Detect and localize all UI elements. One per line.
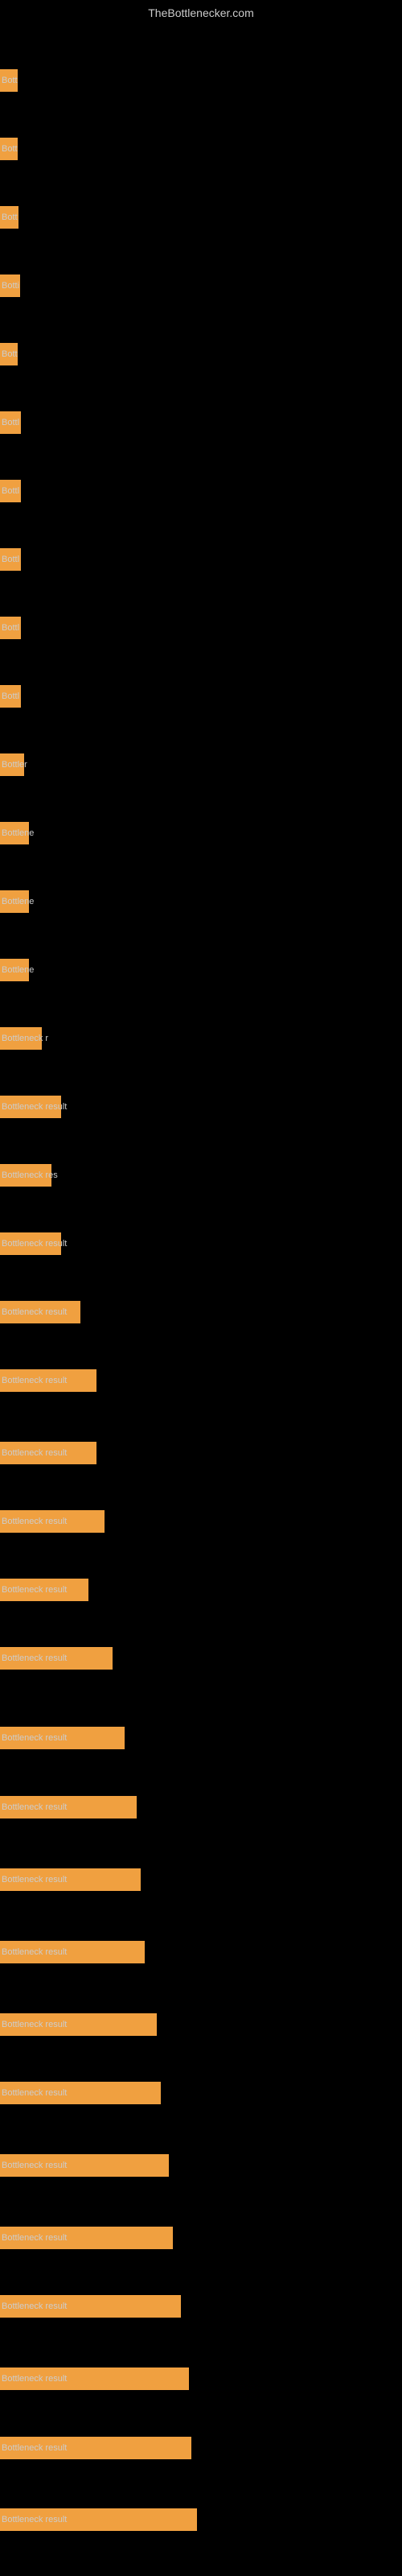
site-title: TheBottlenecker.com [0, 0, 402, 26]
bar-label: Bottlene [2, 828, 34, 838]
bar-label: Bottler [2, 760, 27, 770]
bar-row: Bott [0, 185, 402, 250]
bar-row: Bottleneck result [0, 1421, 402, 1485]
bar-label: Bottleneck r [2, 1034, 48, 1043]
bar-label: Bottleneck result [2, 2088, 67, 2098]
bar-row: Bottl [0, 459, 402, 523]
bar-row: Bottleneck result [0, 1348, 402, 1413]
bar-row: Bottleneck result [0, 2487, 402, 2552]
bar-label: Bottl [2, 691, 19, 701]
bar-label: Bottleneck result [2, 2161, 67, 2170]
bar-label: Bottleneck res [2, 1170, 58, 1180]
bar-row: Bottleneck result [0, 1706, 402, 1770]
bar-label: Bottleneck result [2, 2020, 67, 2029]
bar-row: Bott [0, 117, 402, 181]
bar-row: Bottleneck result [0, 2061, 402, 2125]
bar-label: Bottleneck result [2, 1585, 67, 1595]
bar-label: Bottleneck result [2, 1307, 67, 1317]
bar-label: Bottleneck result [2, 2443, 67, 2453]
bar-label: Bottleneck result [2, 1653, 67, 1663]
bar-row: Bottler [0, 733, 402, 797]
bar-label: Bottleneck result [2, 1875, 67, 1885]
bar-label: Bottleneck result [2, 2515, 67, 2524]
bar-row: Bottleneck result [0, 1075, 402, 1139]
bar-row: Bottlene [0, 869, 402, 934]
bar-label: Bott [2, 76, 18, 85]
bar-row: Bottl [0, 390, 402, 455]
bar-label: Bottleneck result [2, 1802, 67, 1812]
bar-label: Bott [2, 349, 18, 359]
bar-row: Bottlene [0, 801, 402, 865]
bar-label: Bottleneck result [2, 2301, 67, 2311]
bar-label: Bottleneck result [2, 1239, 67, 1249]
bar-label: Bottlene [2, 965, 34, 975]
bar-label: Bott [2, 144, 18, 154]
bar-label: Bottleneck result [2, 1947, 67, 1957]
bar-row: Bottl [0, 664, 402, 729]
bar-row: Bottleneck result [0, 1775, 402, 1839]
bar-row: Bottleneck result [0, 1920, 402, 1984]
bar-label: Bottleneck result [2, 1102, 67, 1112]
bar-row: Bottleneck result [0, 1626, 402, 1690]
bar-label: Bottl [2, 555, 19, 564]
bar-row: Bottleneck result [0, 1992, 402, 2057]
bar-row: Bottlene [0, 938, 402, 1002]
bar-row: Bott [0, 322, 402, 386]
bar-row: Bottleneck result [0, 2274, 402, 2339]
bar-row: Bottl [0, 527, 402, 592]
bar-label: Bottleneck result [2, 1733, 67, 1743]
bar-row: Bottleneck result [0, 1212, 402, 1276]
bar-label: Bottl [2, 486, 19, 496]
bar-row: Botti [0, 254, 402, 318]
bar-label: Bottleneck result [2, 2374, 67, 2384]
bar-row: Bottleneck result [0, 2206, 402, 2270]
bar-row: Bottleneck result [0, 2133, 402, 2198]
bar-row: Bott [0, 48, 402, 113]
bar-row: Bottleneck result [0, 2347, 402, 2411]
bar-label: Bottl [2, 418, 19, 427]
bar-row: Bottleneck result [0, 1847, 402, 1912]
bar-label: Bottleneck result [2, 1448, 67, 1458]
bar-row: Bottleneck result [0, 1558, 402, 1622]
bar-label: Bottlene [2, 897, 34, 906]
bar-label: Bottl [2, 623, 19, 633]
bar-label: Botti [2, 281, 19, 291]
bar-label: Bottleneck result [2, 1376, 67, 1385]
bar-row: Bottleneck res [0, 1143, 402, 1208]
bar-row: Bottleneck result [0, 2416, 402, 2480]
bar-label: Bottleneck result [2, 2233, 67, 2243]
bar-label: Bottleneck result [2, 1517, 67, 1526]
bar-row: Bottleneck result [0, 1280, 402, 1344]
bar-row: Bottleneck r [0, 1006, 402, 1071]
bar-label: Bott [2, 213, 18, 222]
bar-row: Bottl [0, 596, 402, 660]
bar-row: Bottleneck result [0, 1489, 402, 1554]
